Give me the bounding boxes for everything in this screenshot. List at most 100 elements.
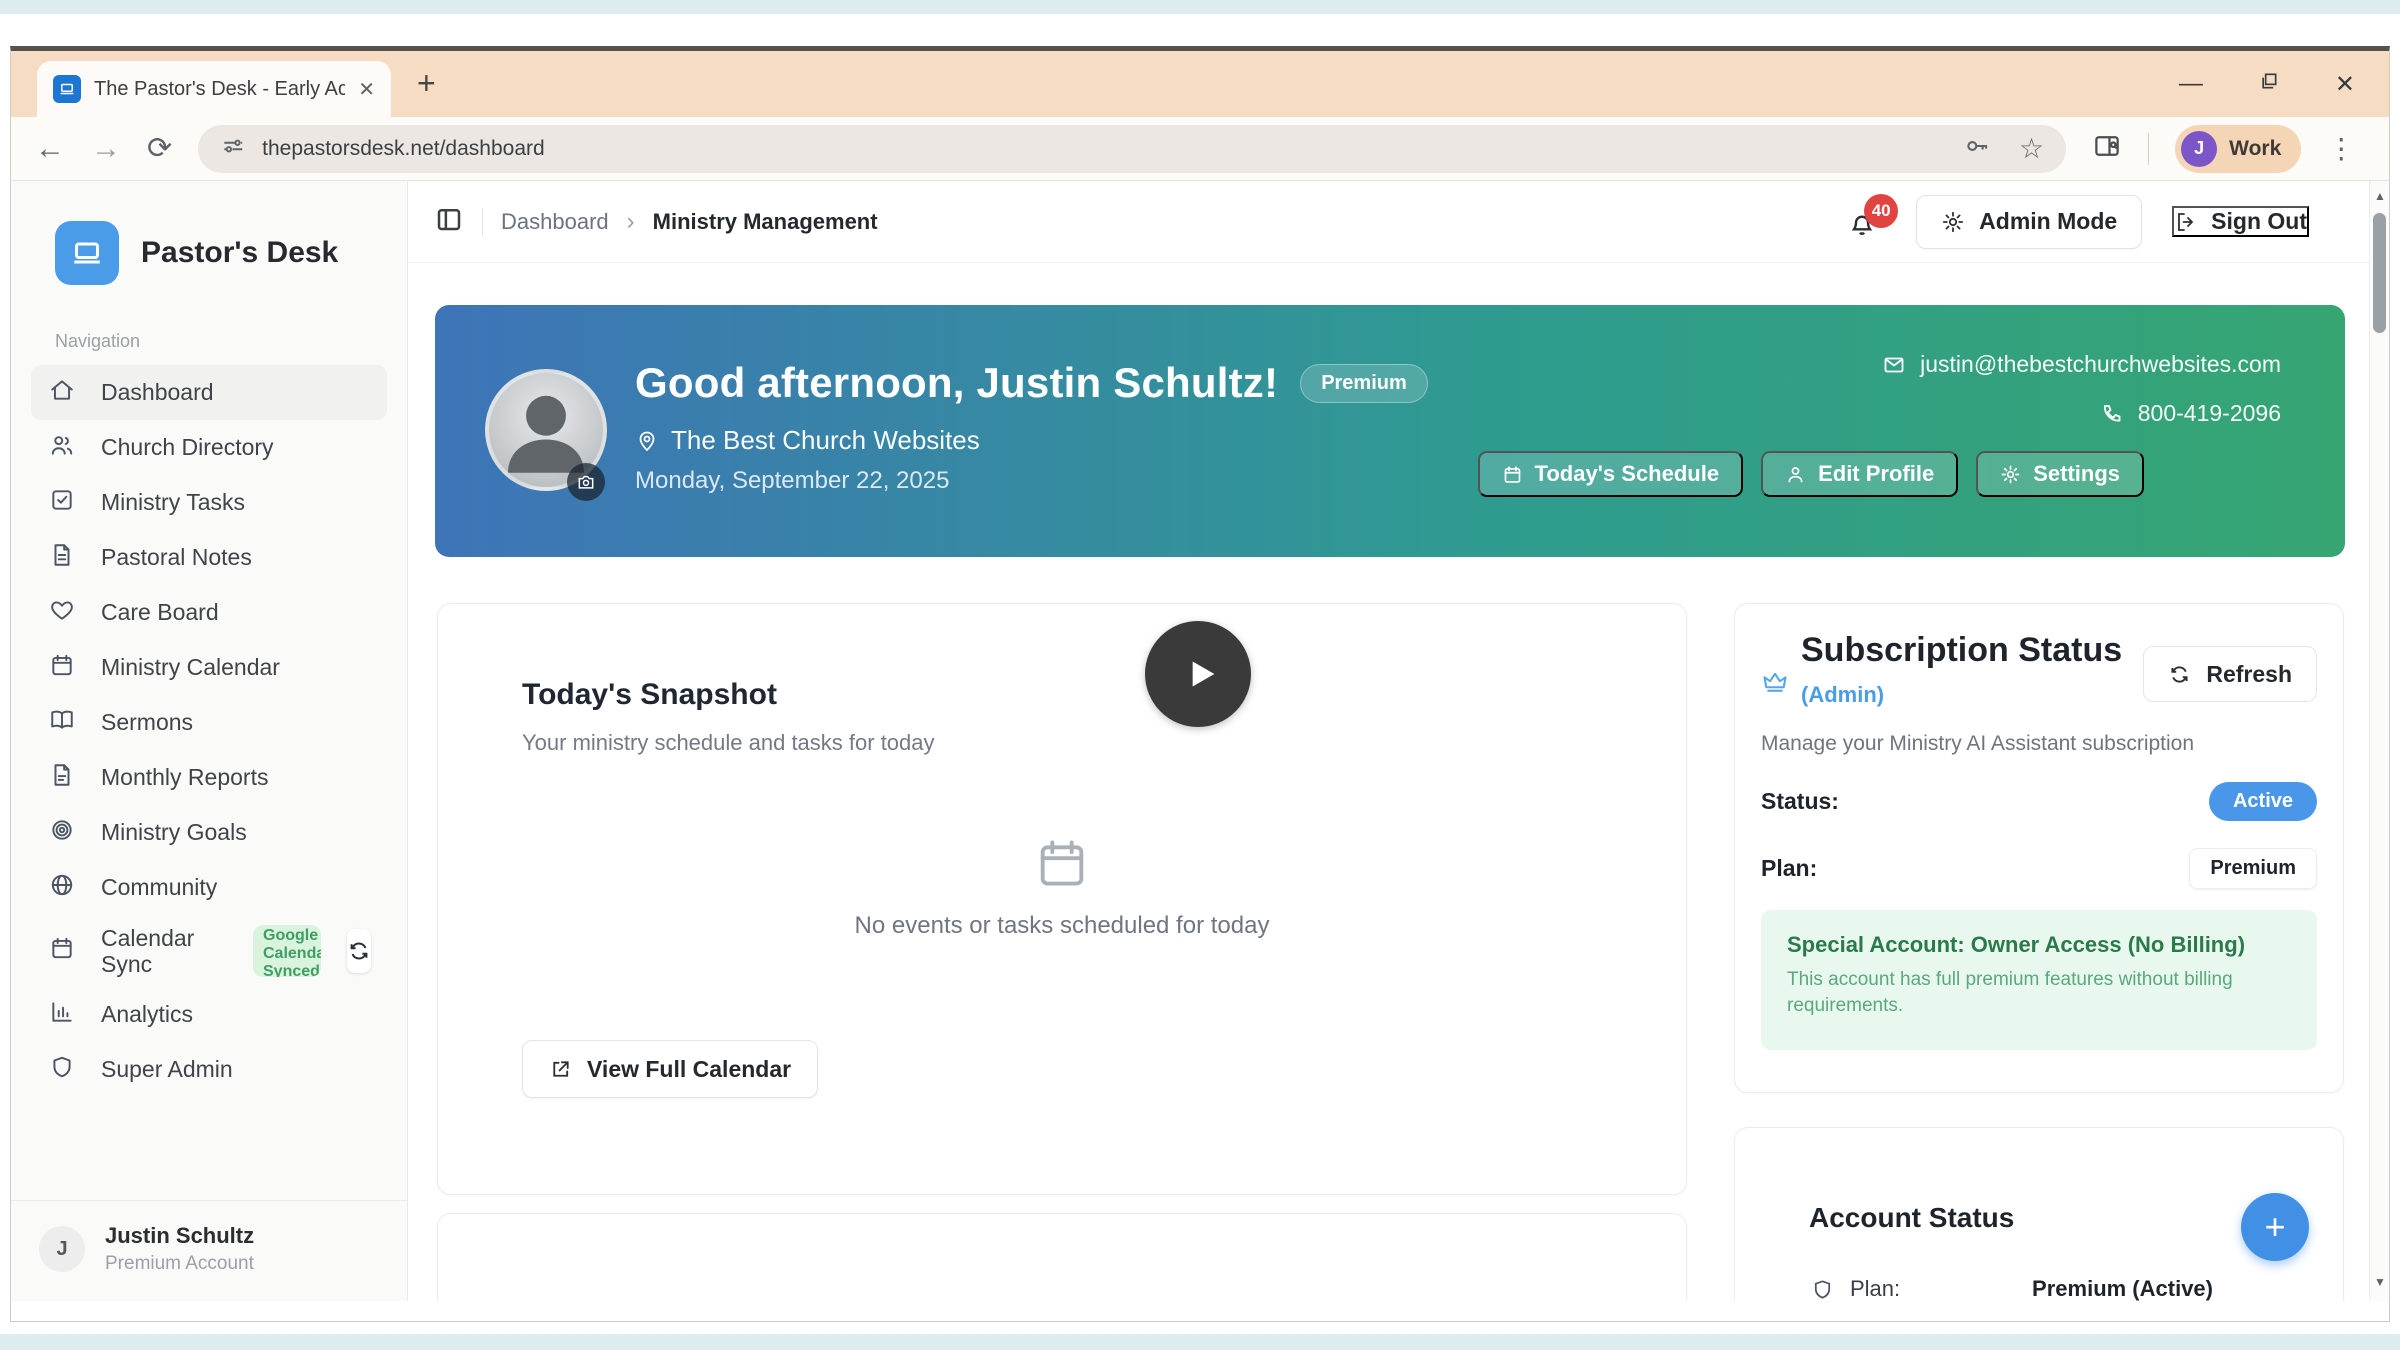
globe-icon [49,872,75,904]
subscription-subtitle: Manage your Ministry AI Assistant subscr… [1761,732,2194,756]
shield-icon [1811,1278,1834,1301]
greeting-title: Good afternoon, Justin Schultz! [635,359,1278,407]
snapshot-subtitle: Your ministry schedule and tasks for tod… [522,730,935,756]
plan-premium-badge: Premium [2189,848,2317,889]
google-calendar-synced-badge: Google Calendar Synced [253,925,321,977]
sidebar-item-ministry-tasks[interactable]: Ministry Tasks [31,475,387,530]
toolbar-divider [2148,133,2149,165]
edit-profile-button[interactable]: Edit Profile [1761,451,1958,497]
email-value: justin@thebestchurchwebsites.com [1920,351,2281,378]
bookmark-star-icon[interactable]: ☆ [2019,132,2044,165]
sidebar-toggle-icon[interactable] [434,204,464,239]
calendar-empty-icon [1033,834,1091,892]
window-minimize-icon[interactable]: — [2179,70,2203,98]
page-header: Dashboard › Ministry Management 40 Admin… [408,181,2369,263]
app-shell: Pastor's Desk Navigation Dashboard Churc… [11,181,2389,1301]
sidebar-user-card[interactable]: J Justin Schultz Premium Account [11,1200,407,1301]
video-play-button[interactable] [1145,621,1251,727]
tab-close-icon[interactable]: ✕ [358,77,375,102]
admin-mode-button[interactable]: Admin Mode [1916,195,2142,249]
window-restore-icon[interactable] [2259,70,2279,98]
check-square-icon [49,487,75,519]
side-panel-icon[interactable] [2092,131,2122,166]
sidebar-item-super-admin[interactable]: Super Admin [31,1042,387,1097]
browser-profile-chip[interactable]: J Work [2175,125,2301,173]
site-settings-icon[interactable] [220,133,246,164]
browser-tab[interactable]: The Pastor's Desk - Early Acces ✕ [37,61,391,117]
add-floating-button[interactable]: + [2241,1193,2309,1261]
sidebar-item-community[interactable]: Community [31,860,387,915]
special-account-body: This account has full premium features w… [1787,967,2257,1018]
sidebar-item-pastoral-notes[interactable]: Pastoral Notes [31,530,387,585]
back-icon[interactable]: ← [35,134,65,164]
breadcrumb-divider [482,208,483,236]
next-section-card [437,1213,1687,1301]
play-icon [1181,654,1221,694]
sidebar-item-monthly-reports[interactable]: Monthly Reports [31,750,387,805]
breadcrumb-dashboard[interactable]: Dashboard [501,209,609,235]
special-account-notice: Special Account: Owner Access (No Billin… [1761,910,2317,1050]
heart-icon [49,597,75,629]
sidebar: Pastor's Desk Navigation Dashboard Churc… [11,181,408,1301]
sidebar-item-care-board[interactable]: Care Board [31,585,387,640]
users-icon [49,432,75,464]
password-key-icon[interactable] [1963,132,1991,165]
account-plan-value: Premium (Active) [2032,1276,2213,1301]
sidebar-item-ministry-calendar[interactable]: Ministry Calendar [31,640,387,695]
settings-button[interactable]: Settings [1976,451,2144,497]
subscription-title: Subscription Status (Admin) [1801,630,2141,712]
brand-name: Pastor's Desk [141,236,338,270]
notifications-button[interactable]: 40 [1846,200,1886,244]
sync-refresh-icon[interactable] [347,929,371,973]
address-bar[interactable]: thepastorsdesk.net/dashboard ☆ [198,125,2066,173]
gear-icon [2000,464,2021,485]
scrollbar-thumb[interactable] [2373,213,2386,333]
plan-row: Plan: Premium [1761,848,2317,889]
gear-icon [1941,210,1965,234]
scroll-down-icon[interactable]: ▼ [2374,1275,2386,1289]
greeting-banner: Good afternoon, Justin Schultz! Premium … [435,305,2345,557]
sign-out-button[interactable]: Sign Out [2172,206,2309,237]
scroll-up-icon[interactable]: ▲ [2374,189,2386,203]
account-plan-row: Plan: Premium (Active) [1811,1276,2213,1301]
report-file-icon [49,762,75,794]
envelope-icon [1882,353,1906,377]
profile-avatar: J [2181,131,2217,167]
browser-titlebar: The Pastor's Desk - Early Acces ✕ + — ✕ [11,51,2389,117]
laptop-logo-icon [55,221,119,285]
premium-badge: Premium [1300,364,1428,403]
notification-count-badge: 40 [1864,194,1898,228]
forward-icon[interactable]: → [91,134,121,164]
window-close-icon[interactable]: ✕ [2335,70,2355,99]
reload-icon[interactable]: ⟳ [147,134,172,164]
sidebar-item-dashboard[interactable]: Dashboard [31,365,387,420]
refresh-button[interactable]: Refresh [2143,646,2317,702]
sidebar-item-analytics[interactable]: Analytics [31,987,387,1042]
plan-label: Plan: [1761,855,1817,882]
admin-tag: (Admin) [1801,682,1884,707]
page-scrollbar[interactable]: ▲ ▼ [2369,181,2389,1301]
current-date: Monday, September 22, 2025 [635,467,949,495]
refresh-icon [2168,663,2191,686]
account-status-title: Account Status [1809,1202,2014,1234]
sidebar-item-sermons[interactable]: Sermons [31,695,387,750]
todays-schedule-button[interactable]: Today's Schedule [1478,451,1744,497]
sidebar-item-calendar-sync[interactable]: Calendar Sync Google Calendar Synced [31,915,387,987]
special-account-title: Special Account: Owner Access (No Billin… [1787,932,2291,958]
person-icon [1785,464,1806,485]
new-tab-button[interactable]: + [417,65,436,102]
status-row: Status: Active [1761,782,2317,821]
view-full-calendar-button[interactable]: View Full Calendar [522,1040,818,1098]
browser-menu-icon[interactable]: ⋮ [2327,132,2355,165]
change-photo-button[interactable] [567,463,605,501]
sidebar-item-ministry-goals[interactable]: Ministry Goals [31,805,387,860]
calendar-icon [49,652,75,684]
tab-title: The Pastor's Desk - Early Acces [94,78,345,101]
user-name: Justin Schultz [105,1223,254,1249]
sidebar-item-church-directory[interactable]: Church Directory [31,420,387,475]
address-bar-actions: ☆ [1963,132,2044,165]
browser-toolbar: ← → ⟳ thepastorsdesk.net/dashboard ☆ [11,117,2389,181]
snapshot-empty-state: No events or tasks scheduled for today [438,834,1686,940]
tab-favicon-icon [53,75,81,103]
app-logo[interactable]: Pastor's Desk [31,209,387,285]
